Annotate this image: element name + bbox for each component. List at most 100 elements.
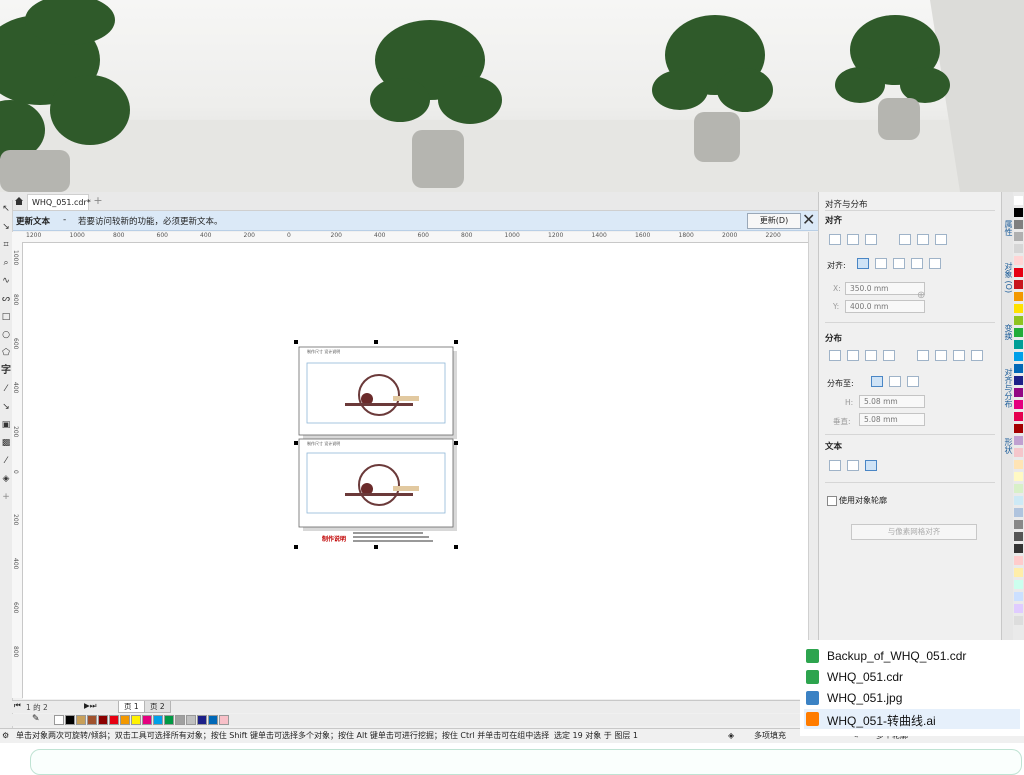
page-tab-2[interactable]: 页 2: [144, 701, 171, 713]
color-swatch[interactable]: [1014, 328, 1023, 337]
vertical-ruler[interactable]: 1000 800 600 400 200 0 200 400 600 800: [12, 242, 23, 698]
color-swatch[interactable]: [1014, 376, 1023, 385]
color-swatch[interactable]: [1014, 364, 1023, 373]
text-bbox-icon[interactable]: [865, 460, 877, 471]
align-top-icon[interactable]: [899, 234, 911, 245]
align-page-center-icon[interactable]: [893, 258, 905, 269]
color-swatch[interactable]: [1014, 592, 1023, 601]
crop-tool-icon[interactable]: ⌗: [1, 240, 11, 250]
ellipse-tool-icon[interactable]: ○: [1, 330, 11, 340]
file-item[interactable]: WHQ_051.cdr: [804, 667, 1020, 687]
color-swatch[interactable]: [1014, 424, 1023, 433]
align-point-icon[interactable]: [929, 258, 941, 269]
x-field[interactable]: 350.0 mm: [845, 282, 925, 295]
home-icon[interactable]: [14, 196, 24, 206]
zoom-tool-icon[interactable]: ⌕: [1, 258, 11, 268]
color-swatch[interactable]: [1014, 196, 1023, 205]
palette-swatch[interactable]: [164, 715, 174, 725]
color-swatch[interactable]: [1014, 244, 1023, 253]
eyedropper-tool-icon[interactable]: ⁄: [1, 456, 11, 466]
color-swatch[interactable]: [1014, 352, 1023, 361]
distribute-spacing-icon[interactable]: [907, 376, 919, 387]
align-left-icon[interactable]: [829, 234, 841, 245]
palette-swatch[interactable]: [219, 715, 229, 725]
palette-swatch[interactable]: [186, 715, 196, 725]
connector-tool-icon[interactable]: ↘: [1, 402, 11, 412]
page-nav-next-icon[interactable]: ▶⏭: [84, 701, 97, 711]
file-item[interactable]: Backup_of_WHQ_051.cdr: [804, 646, 1020, 666]
color-swatch[interactable]: [1014, 496, 1023, 505]
close-notification-button[interactable]: ✕: [802, 211, 815, 229]
add-tool-icon[interactable]: +: [1, 492, 11, 502]
color-swatch[interactable]: [1014, 304, 1023, 313]
palette-swatch[interactable]: [120, 715, 130, 725]
color-swatch[interactable]: [1014, 520, 1023, 529]
palette-swatch[interactable]: [208, 715, 218, 725]
color-swatch[interactable]: [1014, 436, 1023, 445]
color-swatch[interactable]: [1014, 580, 1023, 589]
update-button[interactable]: 更新(D): [747, 213, 801, 229]
palette-swatch[interactable]: [142, 715, 152, 725]
palette-swatch[interactable]: [197, 715, 207, 725]
color-swatch[interactable]: [1014, 316, 1023, 325]
palette-swatch[interactable]: [54, 715, 64, 725]
color-swatch[interactable]: [1014, 544, 1023, 553]
color-swatch[interactable]: [1014, 616, 1023, 625]
y-field[interactable]: 400.0 mm: [845, 300, 925, 313]
palette-swatch[interactable]: [175, 715, 185, 725]
align-center-h-icon[interactable]: [847, 234, 859, 245]
eyedropper-icon[interactable]: ✎: [32, 714, 40, 724]
distribute-center-h-icon[interactable]: [847, 350, 859, 361]
text-tool-icon[interactable]: 字: [1, 366, 11, 376]
horizontal-ruler[interactable]: 1200 1000 800 600 400 200 0 200 400 600 800 1000 120…: [12, 232, 808, 243]
text-baseline-icon[interactable]: [829, 460, 841, 471]
color-swatch[interactable]: [1014, 556, 1023, 565]
palette-swatch[interactable]: [109, 715, 119, 725]
distribute-right-icon[interactable]: [883, 350, 895, 361]
palette-swatch[interactable]: [153, 715, 163, 725]
color-swatch[interactable]: [1014, 484, 1023, 493]
settings-icon[interactable]: ⚙: [2, 729, 9, 743]
transparency-tool-icon[interactable]: ▩: [1, 438, 11, 448]
color-swatch[interactable]: [1014, 532, 1023, 541]
text-line-icon[interactable]: [847, 460, 859, 471]
align-page-edge-icon[interactable]: [875, 258, 887, 269]
color-swatch[interactable]: [1014, 400, 1023, 409]
shape-tool-icon[interactable]: ↘: [1, 222, 11, 232]
distribute-spacing-v-icon[interactable]: [953, 350, 965, 361]
color-swatch[interactable]: [1014, 604, 1023, 613]
color-swatch[interactable]: [1014, 568, 1023, 577]
file-item[interactable]: WHQ_051.jpg: [804, 688, 1020, 708]
align-right-icon[interactable]: [865, 234, 877, 245]
align-bottom-icon[interactable]: [935, 234, 947, 245]
distribute-center-v-icon[interactable]: [935, 350, 947, 361]
distribute-page-icon[interactable]: [889, 376, 901, 387]
align-pixel-grid-button[interactable]: 与像素网格对齐: [851, 524, 977, 540]
freehand-tool-icon[interactable]: ∿: [1, 276, 11, 286]
color-swatch[interactable]: [1014, 232, 1023, 241]
artistic-media-icon[interactable]: ᔕ: [1, 294, 11, 304]
distribute-top-icon[interactable]: [917, 350, 929, 361]
fill-icon[interactable]: ◈: [728, 729, 734, 743]
file-item[interactable]: WHQ_051-转曲线.ai: [804, 709, 1020, 729]
page-nav-first-icon[interactable]: ⏮: [14, 701, 21, 711]
color-swatch[interactable]: [1014, 472, 1023, 481]
document-tab[interactable]: WHQ_051.cdr*: [27, 194, 91, 210]
color-swatch[interactable]: [1014, 412, 1023, 421]
line-tool-icon[interactable]: ⁄: [1, 384, 11, 394]
color-swatch[interactable]: [1014, 280, 1023, 289]
color-swatch[interactable]: [1014, 208, 1023, 217]
color-swatch[interactable]: [1014, 508, 1023, 517]
pick-tool-icon[interactable]: ↖: [1, 204, 11, 214]
target-point-icon[interactable]: ⊕: [917, 290, 925, 301]
h-spacing-field[interactable]: 5.08 mm: [859, 395, 925, 408]
distribute-spacing-h-icon[interactable]: [865, 350, 877, 361]
distribute-bottom-icon[interactable]: [971, 350, 983, 361]
color-swatch[interactable]: [1014, 220, 1023, 229]
distribute-left-icon[interactable]: [829, 350, 841, 361]
align-center-v-icon[interactable]: [917, 234, 929, 245]
color-swatch[interactable]: [1014, 340, 1023, 349]
v-spacing-field[interactable]: 5.08 mm: [859, 413, 925, 426]
rectangle-tool-icon[interactable]: □: [1, 312, 11, 322]
color-swatch[interactable]: [1014, 460, 1023, 469]
